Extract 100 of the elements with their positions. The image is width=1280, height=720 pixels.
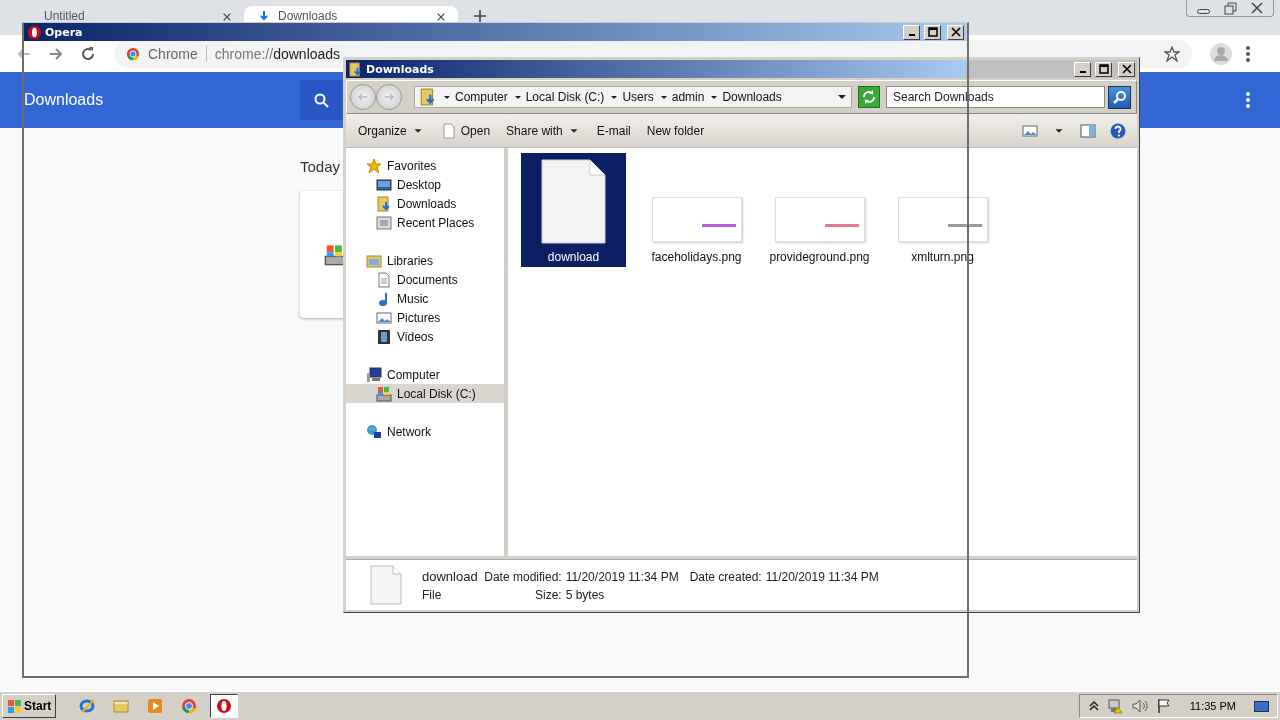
search-icon xyxy=(1112,89,1127,105)
opera-icon xyxy=(216,698,233,714)
start-button[interactable]: Start xyxy=(2,694,57,718)
download-folder-icon xyxy=(376,195,392,212)
refresh-button[interactable] xyxy=(858,86,880,108)
minimize-icon xyxy=(1197,8,1210,14)
toolbar-button[interactable]: E-mail xyxy=(590,120,637,141)
address-bar[interactable]: Computer Local Disk (C:) Users admin Downloads xyxy=(414,86,852,108)
close-icon xyxy=(950,27,961,37)
file-icon xyxy=(324,243,346,266)
new-tab-icon xyxy=(474,10,486,22)
nav-item[interactable]: Network xyxy=(346,422,504,441)
maximize-icon xyxy=(927,27,938,37)
caret-icon xyxy=(513,93,522,101)
folder-icon xyxy=(113,698,130,714)
forward-arrow-icon xyxy=(48,45,64,62)
maximize-icon xyxy=(1098,64,1109,74)
nav-item[interactable]: Recent Places xyxy=(346,213,504,232)
help-icon xyxy=(1110,122,1126,139)
search-button[interactable] xyxy=(1108,85,1131,109)
maximize-button[interactable] xyxy=(1095,61,1112,77)
close-button[interactable] xyxy=(947,24,964,40)
page-icon xyxy=(440,122,457,139)
recent-places-icon xyxy=(376,214,392,231)
nav-item[interactable]: Music xyxy=(346,289,504,308)
disk-icon xyxy=(376,385,392,402)
file-item[interactable]: download xyxy=(521,153,626,267)
media-player-icon xyxy=(147,698,164,714)
file-icon xyxy=(370,565,402,605)
breadcrumb-item[interactable]: Users xyxy=(622,90,654,104)
breadcrumb-item[interactable]: admin xyxy=(671,90,705,104)
clock[interactable]: 11:35 PM xyxy=(1189,700,1236,712)
speaker-icon xyxy=(1131,698,1148,714)
close-button[interactable] xyxy=(1118,61,1135,77)
nav-item[interactable]: Downloads xyxy=(346,194,504,213)
maximize-button[interactable] xyxy=(924,24,941,40)
refresh-icon xyxy=(861,89,877,105)
download-icon xyxy=(258,10,270,22)
preview-pane-icon xyxy=(1080,122,1096,139)
toolbar-button[interactable]: Organize xyxy=(352,120,431,141)
nav-item[interactable]: Computer xyxy=(346,365,504,384)
taskbar-button[interactable] xyxy=(210,694,239,718)
url-text: chrome://downloads xyxy=(214,45,341,62)
nav-item[interactable]: Libraries xyxy=(346,251,504,270)
nav-item[interactable]: Pictures xyxy=(346,308,504,327)
browser-tab[interactable]: Downloads xyxy=(244,6,458,22)
close-icon xyxy=(1121,64,1132,74)
close-icon xyxy=(1251,2,1263,14)
toolbar-button[interactable]: Share with xyxy=(500,120,587,141)
breadcrumb-item[interactable]: Computer xyxy=(455,90,508,104)
document-icon xyxy=(376,271,392,288)
breadcrumb-item[interactable]: Local Disk (C:) xyxy=(525,90,605,104)
library-icon xyxy=(366,252,382,269)
minimize-button[interactable] xyxy=(903,24,920,40)
star-icon xyxy=(366,157,382,174)
menu-icon xyxy=(1246,92,1250,108)
search-icon xyxy=(313,92,329,108)
network-icon xyxy=(366,423,382,440)
page-title: Downloads xyxy=(24,91,105,109)
detail-label: Date created: xyxy=(689,569,762,584)
detail-value: 11/20/2019 11:34 PM xyxy=(765,569,879,584)
browser-tab[interactable]: Untitled xyxy=(30,6,244,22)
caret-icon xyxy=(443,93,451,101)
network-warning-icon xyxy=(1107,698,1124,714)
nav-item[interactable]: Favorites xyxy=(346,156,504,175)
search-button[interactable] xyxy=(300,80,342,120)
browser-icon xyxy=(79,698,96,714)
show-desktop-icon xyxy=(1254,700,1269,712)
bookmark-star-icon xyxy=(1164,45,1180,62)
file-item[interactable]: provideground.png xyxy=(767,153,872,267)
section-heading: Today xyxy=(300,158,341,175)
nav-item[interactable]: Local Disk (C:) xyxy=(346,384,504,403)
site-label: Chrome xyxy=(148,45,207,62)
minimize-button[interactable] xyxy=(1074,61,1091,77)
film-icon xyxy=(376,328,392,345)
avatar-icon xyxy=(1210,42,1232,65)
nav-item[interactable]: Documents xyxy=(346,270,504,289)
file-item[interactable]: faceholidays.png xyxy=(644,153,749,267)
blank-file-icon xyxy=(541,159,606,244)
window-title: Opera xyxy=(45,25,83,39)
nav-item[interactable]: Videos xyxy=(346,327,504,346)
download-folder-icon xyxy=(348,61,363,77)
dropdown-caret-icon xyxy=(837,92,847,102)
toolbar-button[interactable]: New folder xyxy=(640,120,711,141)
detail-label: Date modified: xyxy=(483,569,562,584)
window-controls[interactable] xyxy=(1186,0,1274,17)
close-icon xyxy=(222,12,232,22)
caret-icon xyxy=(710,93,719,101)
download-folder-icon xyxy=(419,88,437,106)
flag-icon xyxy=(1155,698,1172,714)
file-name: download xyxy=(422,568,478,584)
close-icon xyxy=(436,12,446,22)
detail-label: Size: xyxy=(533,587,562,602)
detail-value: 5 bytes xyxy=(565,587,606,602)
desktop-icon xyxy=(376,176,392,193)
caret-icon xyxy=(659,93,668,101)
nav-item[interactable]: Desktop xyxy=(346,175,504,194)
opera-icon xyxy=(27,24,42,40)
toolbar-button[interactable]: Open xyxy=(434,119,497,142)
breadcrumb-item[interactable]: Downloads xyxy=(722,90,782,104)
